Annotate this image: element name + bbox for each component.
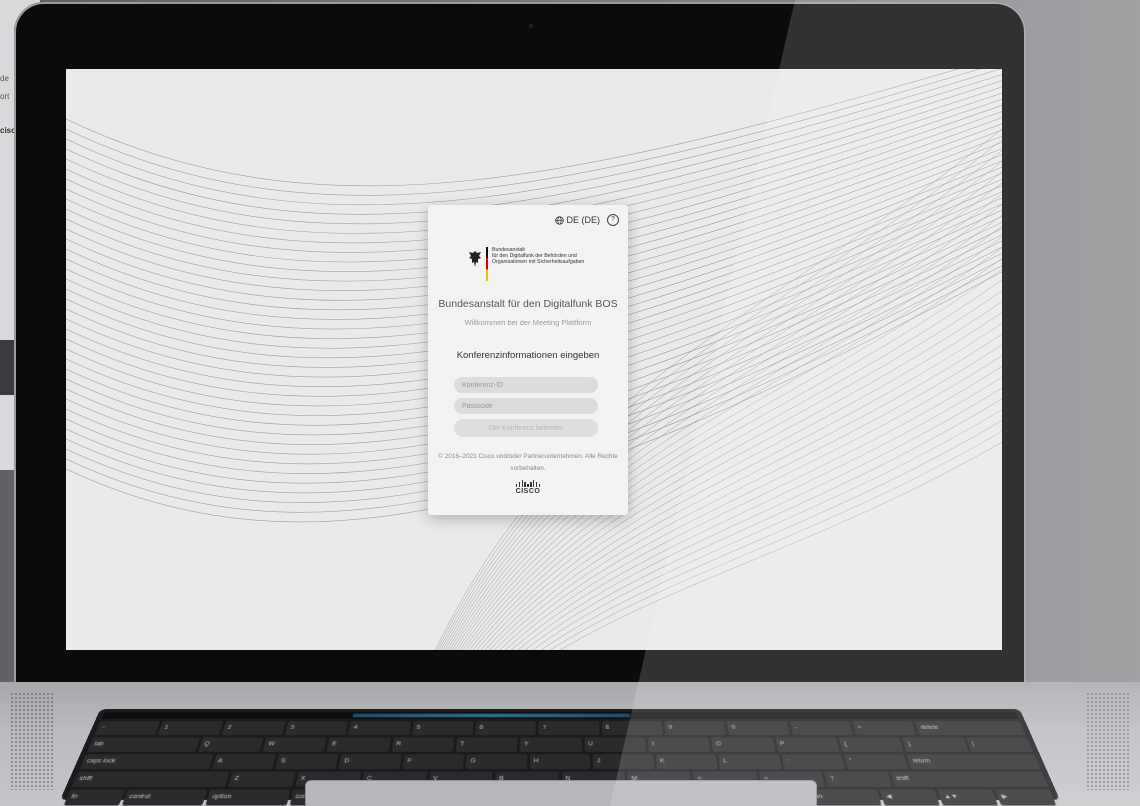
key-sym[interactable]: ▶ xyxy=(995,789,1057,806)
key-symsym[interactable]: ▲▼ xyxy=(937,789,999,806)
key-9[interactable]: 9 xyxy=(664,721,727,736)
key-W[interactable]: W xyxy=(262,737,327,752)
key-1[interactable]: 1 xyxy=(157,721,224,736)
german-flag-bar xyxy=(486,247,488,281)
key-I[interactable]: I xyxy=(647,737,711,752)
keyboard-row-home: caps lock A S D F G H J K L: " return xyxy=(79,754,1041,770)
photo-stage: de ort cisc DE (DE) ? Bundesanstalt für … xyxy=(0,0,1140,806)
language-label: DE (DE) xyxy=(566,215,601,225)
left-speaker-grille xyxy=(10,692,54,790)
laptop-screen: DE (DE) ? Bundesanstalt für den Digitalf… xyxy=(66,69,1002,650)
key-T[interactable]: T xyxy=(455,737,518,752)
key-J[interactable]: J xyxy=(592,754,654,770)
key-shift[interactable]: shift xyxy=(71,771,230,787)
key-S[interactable]: S xyxy=(275,754,339,770)
background-text-1: de xyxy=(0,74,9,83)
welcome-text: Willkommen bei der Meeting Plattform xyxy=(464,318,592,327)
key-O[interactable]: O xyxy=(711,737,776,752)
key-U[interactable]: U xyxy=(584,737,647,752)
login-card: DE (DE) ? Bundesanstalt für den Digitalf… xyxy=(428,205,628,515)
key-sym[interactable]: } xyxy=(902,737,969,752)
key-8[interactable]: 8 xyxy=(601,721,663,736)
key-sym[interactable]: ◀ xyxy=(880,789,941,806)
key-sym[interactable]: ? xyxy=(824,771,892,787)
key-return[interactable]: return xyxy=(906,754,1041,770)
key-E[interactable]: E xyxy=(326,737,391,752)
key-sym[interactable]: { xyxy=(838,737,905,752)
trackpad[interactable] xyxy=(305,780,817,806)
language-selector[interactable]: DE (DE) xyxy=(554,215,601,225)
copyright-text: © 2016–2021 Cisco und/oder Partneruntern… xyxy=(438,453,618,472)
keyboard-row-numbers: ~1 2 3 4 5 6 7 8 9 0- = delete xyxy=(94,721,1026,736)
key-7[interactable]: 7 xyxy=(538,721,600,736)
key-L[interactable]: L xyxy=(718,754,782,770)
key-option[interactable]: option xyxy=(205,789,291,806)
key-6[interactable]: 6 xyxy=(475,721,537,736)
key-sym[interactable]: = xyxy=(852,721,917,736)
key-sym[interactable]: " xyxy=(843,754,909,770)
right-speaker-grille xyxy=(1086,692,1130,790)
keyboard-row-qwerty: tab Q W E R T Y U I O P{} | xyxy=(87,737,1033,752)
key-H[interactable]: H xyxy=(529,754,591,770)
cisco-bars-icon xyxy=(428,480,628,487)
key-shift[interactable]: shift xyxy=(890,771,1049,787)
key-sym[interactable]: : xyxy=(781,754,845,770)
touch-bar[interactable] xyxy=(101,712,1019,719)
key-5[interactable]: 5 xyxy=(411,721,474,736)
join-conference-button[interactable]: Der Konferenz beitreten xyxy=(454,419,598,437)
key-Z[interactable]: Z xyxy=(228,771,296,787)
background-text-2: ort xyxy=(0,92,10,101)
federal-eagle-icon xyxy=(469,251,481,267)
key-tab[interactable]: tab xyxy=(87,737,200,752)
key-F[interactable]: F xyxy=(402,754,465,770)
key-P[interactable]: P xyxy=(775,737,840,752)
key-delete[interactable]: delete xyxy=(914,721,1026,736)
passcode-input[interactable] xyxy=(454,398,598,414)
key-G[interactable]: G xyxy=(465,754,528,770)
key-fn[interactable]: fn xyxy=(63,789,125,806)
globe-icon xyxy=(554,215,564,225)
key--[interactable]: - xyxy=(789,721,854,736)
camera-dot xyxy=(529,24,533,28)
conference-id-input[interactable] xyxy=(454,377,598,393)
logo-text: Bundesanstalt für den Digitalfunk der Be… xyxy=(492,247,592,265)
key-D[interactable]: D xyxy=(338,754,402,770)
key-2[interactable]: 2 xyxy=(221,721,286,736)
bdbos-logo: Bundesanstalt für den Digitalfunk der Be… xyxy=(468,247,598,281)
key-sym[interactable]: ~ xyxy=(94,721,161,736)
key-control[interactable]: control xyxy=(121,789,208,806)
key-3[interactable]: 3 xyxy=(284,721,349,736)
cisco-logo: CISCO xyxy=(428,480,628,495)
key-Q[interactable]: Q xyxy=(197,737,264,752)
key-A[interactable]: A xyxy=(211,754,277,770)
form-heading: Konferenzinformationen eingeben xyxy=(456,350,600,361)
key-R[interactable]: R xyxy=(391,737,455,752)
key-caps-lock[interactable]: caps lock xyxy=(79,754,214,770)
logo-line-3: Organisationen mit Sicherheitsaufgaben xyxy=(492,259,585,265)
laptop-lid: DE (DE) ? Bundesanstalt für den Digitalf… xyxy=(14,2,1026,690)
key-Y[interactable]: Y xyxy=(520,737,582,752)
key-K[interactable]: K xyxy=(655,754,718,770)
help-icon[interactable]: ? xyxy=(607,214,619,226)
key-0[interactable]: 0 xyxy=(726,721,790,736)
organization-title: Bundesanstalt für den Digitalfunk BOS xyxy=(438,298,618,310)
laptop-keyboard-deck: ~1 2 3 4 5 6 7 8 9 0- = delete tab Q W E R T Y U I O P{} | cap… xyxy=(0,682,1140,806)
key-4[interactable]: 4 xyxy=(348,721,411,736)
key-sym[interactable]: | xyxy=(965,737,1033,752)
cisco-wordmark: CISCO xyxy=(515,488,541,495)
